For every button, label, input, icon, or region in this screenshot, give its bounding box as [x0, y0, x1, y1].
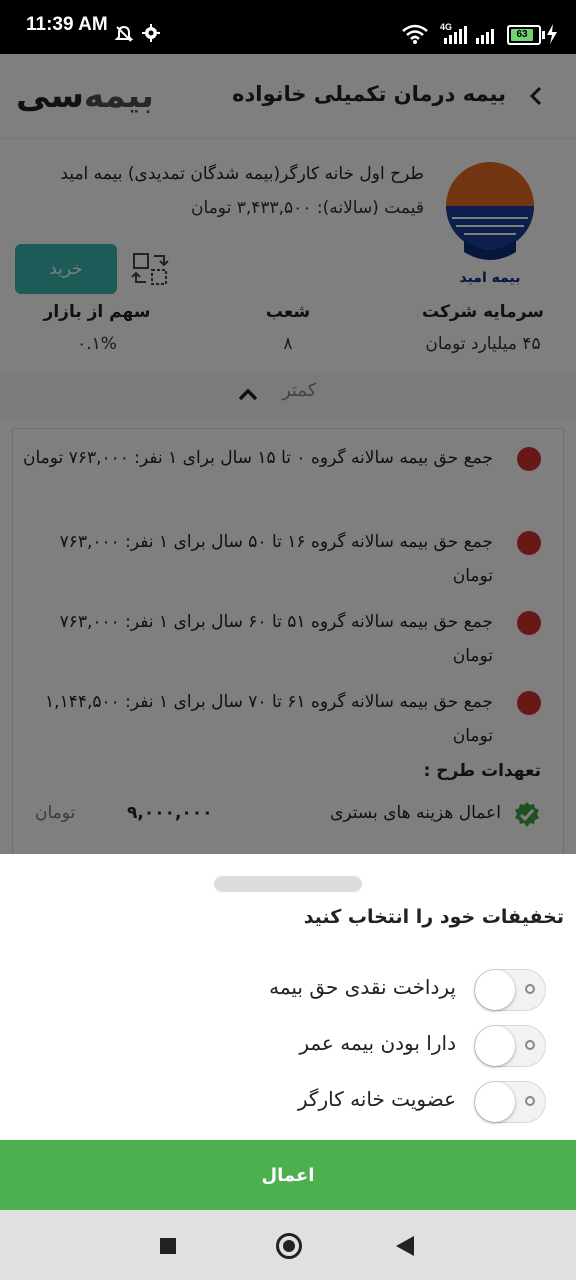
switch-off-indicator: [525, 1096, 535, 1106]
toggle-switch[interactable]: [474, 1081, 546, 1123]
wifi-icon: [402, 24, 428, 44]
recents-icon[interactable]: [160, 1238, 176, 1254]
discount-option-cash-payment[interactable]: پرداخت نقدی حق بیمه: [0, 966, 576, 1016]
modal-scrim[interactable]: [0, 54, 576, 854]
discount-option-labor-house-member[interactable]: عضویت خانه کارگر: [0, 1078, 576, 1128]
signal-strength-icon: [444, 26, 467, 44]
sheet-drag-handle[interactable]: [214, 876, 362, 892]
switch-off-indicator: [525, 984, 535, 994]
status-time: 11:39 AM: [26, 14, 108, 35]
toggle-switch[interactable]: [474, 1025, 546, 1067]
switch-knob: [475, 1082, 515, 1122]
switch-off-indicator: [525, 1040, 535, 1050]
sheet-title: تخفیفات خود را انتخاب کنید: [303, 906, 564, 928]
settings-gear-icon: [142, 24, 160, 42]
system-navigation-bar: [0, 1210, 576, 1280]
home-icon[interactable]: [276, 1233, 302, 1259]
discount-bottom-sheet: تخفیفات خود را انتخاب کنید پرداخت نقدی ح…: [0, 854, 576, 1210]
back-icon[interactable]: [396, 1236, 414, 1256]
option-label: عضویت خانه کارگر: [297, 1087, 456, 1111]
option-label: پرداخت نقدی حق بیمه: [269, 975, 456, 999]
toggle-switch[interactable]: [474, 969, 546, 1011]
switch-knob: [475, 970, 515, 1010]
apply-button[interactable]: اعمال: [0, 1140, 576, 1210]
mute-notifications-icon: [114, 25, 134, 42]
charging-bolt-icon: [547, 24, 557, 44]
option-label: دارا بودن بیمه عمر: [299, 1031, 456, 1055]
switch-knob: [475, 1026, 515, 1066]
discount-option-life-insurance[interactable]: دارا بودن بیمه عمر: [0, 1022, 576, 1072]
battery-level: 63: [511, 29, 533, 41]
status-bar: 11:39 AM 4G 63: [0, 0, 576, 54]
signal-strength-2-icon: [476, 29, 494, 44]
battery-icon: 63: [507, 25, 545, 45]
